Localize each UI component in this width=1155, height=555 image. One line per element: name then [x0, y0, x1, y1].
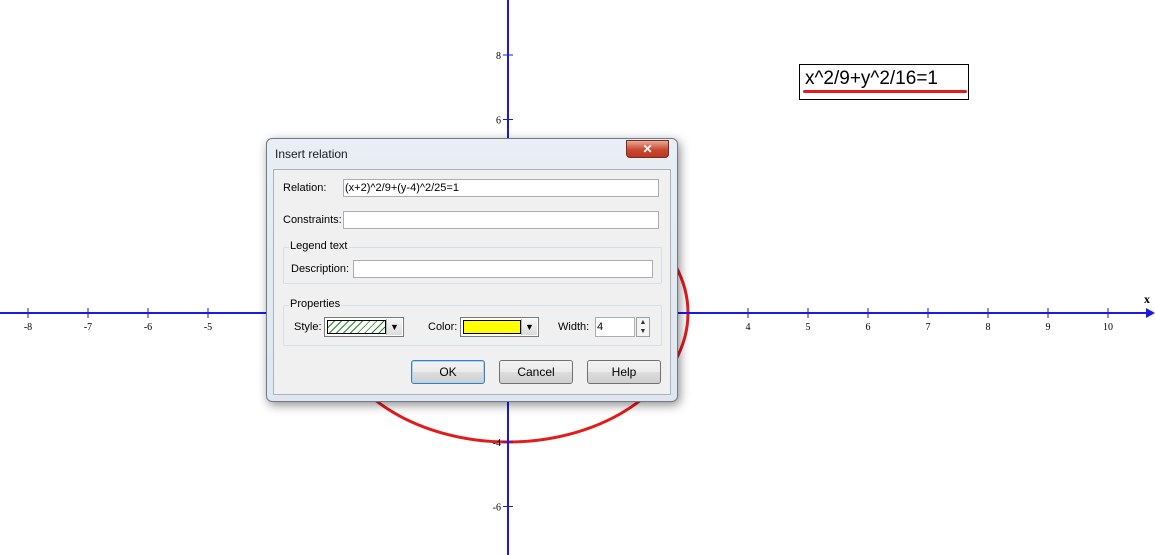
close-button[interactable]: ✕	[626, 140, 669, 158]
x-tick-label: 8	[986, 322, 991, 333]
x-tick-label: 6	[866, 322, 871, 333]
y-tick-label: -6	[493, 503, 501, 514]
x-tick-label: 5	[806, 322, 811, 333]
y-tick-label: 6	[496, 116, 501, 127]
x-tick-label: 4	[746, 322, 751, 333]
legend-box[interactable]: x^2/9+y^2/16=1	[799, 64, 969, 100]
chevron-down-icon: ▼	[521, 319, 537, 335]
x-tick-label: -6	[144, 322, 152, 333]
width-label: Width:	[558, 321, 590, 333]
x-tick-label: -8	[24, 322, 32, 333]
relation-label: Relation:	[283, 182, 327, 194]
spin-up-icon[interactable]: ▲	[637, 318, 649, 327]
x-tick-label: 7	[926, 322, 931, 333]
cancel-button[interactable]: Cancel	[499, 360, 573, 384]
relation-input[interactable]: (x+2)^2/9+(y-4)^2/25=1	[343, 179, 659, 197]
constraints-label: Constraints:	[283, 214, 342, 226]
width-spinner[interactable]: ▲ ▼	[636, 317, 650, 337]
description-label: Description:	[291, 263, 350, 275]
help-button[interactable]: Help	[587, 360, 661, 384]
insert-relation-dialog: Insert relation ✕ Relation: (x+2)^2/9+(y…	[266, 138, 678, 402]
style-dropdown[interactable]: ▼	[324, 317, 404, 337]
legend-swatch	[803, 90, 967, 93]
spin-down-icon[interactable]: ▼	[637, 327, 649, 336]
y-tick-label: 8	[496, 51, 501, 62]
description-input[interactable]	[353, 260, 653, 278]
legend-text-group: Legend text Description:	[283, 240, 662, 284]
x-axis-name: x	[1144, 292, 1150, 306]
ok-button[interactable]: OK	[411, 360, 485, 384]
color-label: Color:	[428, 321, 458, 333]
dialog-client: Relation: (x+2)^2/9+(y-4)^2/25=1 Constra…	[273, 169, 671, 395]
legend-group-title: Legend text	[289, 240, 349, 252]
legend-text: x^2/9+y^2/16=1	[805, 68, 938, 89]
chevron-down-icon: ▼	[386, 319, 402, 335]
x-tick-label: -5	[204, 322, 212, 333]
constraints-input[interactable]	[343, 211, 659, 229]
x-tick-label: -7	[84, 322, 92, 333]
y-tick-label: -4	[493, 438, 501, 449]
x-axis-arrow	[1146, 308, 1155, 318]
properties-group: Properties Style: ▼ Color: ▼ Width: 4 ▲ …	[283, 298, 662, 346]
style-swatch	[327, 320, 386, 334]
color-dropdown[interactable]: ▼	[460, 317, 539, 337]
width-input[interactable]: 4	[595, 317, 635, 337]
x-tick-label: 10	[1103, 322, 1113, 333]
dialog-title: Insert relation	[275, 147, 348, 161]
color-swatch	[463, 320, 521, 334]
properties-group-title: Properties	[289, 298, 342, 310]
style-label: Style:	[294, 321, 322, 333]
x-tick-label: 9	[1046, 322, 1051, 333]
